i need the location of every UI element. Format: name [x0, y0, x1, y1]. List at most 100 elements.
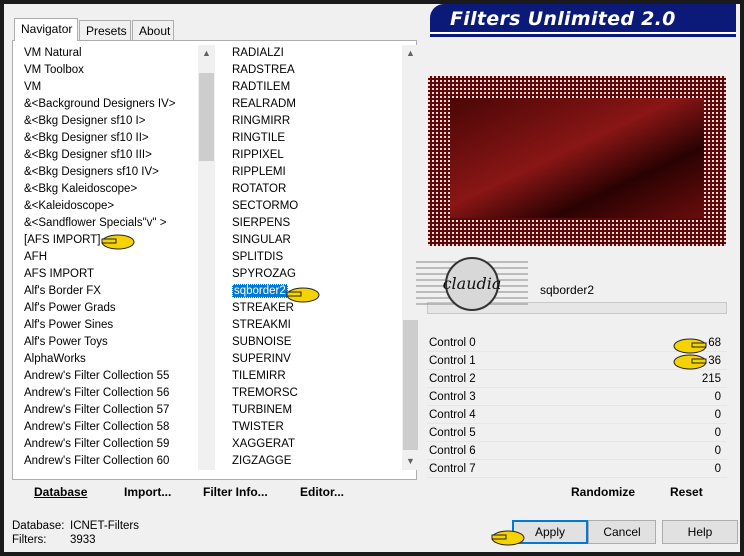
category-list[interactable]: VM Natural VM Toolbox VM &<Background Desig…	[22, 45, 198, 470]
control-value: 36	[708, 355, 721, 367]
filter-item-label: TURBINEM	[232, 404, 293, 416]
control-row[interactable]: Control 5 0	[427, 424, 727, 442]
filter-item[interactable]: RADTILEM	[230, 79, 402, 96]
control-row[interactable]: Control 4 0	[427, 406, 727, 424]
filter-item[interactable]: SUBNOISE	[230, 334, 402, 351]
filter-item[interactable]: TILEMIRR	[230, 368, 402, 385]
category-item[interactable]: &<Bkg Designers sf10 IV>	[22, 164, 198, 181]
filter-item-label: STREAKMI	[232, 319, 291, 331]
control-label: Control 6	[429, 445, 476, 457]
control-row[interactable]: Control 6 0	[427, 442, 727, 460]
category-item[interactable]: &<Bkg Designer sf10 I>	[22, 113, 198, 130]
tab-about[interactable]: About	[132, 20, 174, 40]
database-button[interactable]: Database	[34, 481, 87, 503]
filter-item[interactable]: RIPPLEMI	[230, 164, 402, 181]
import-button[interactable]: Import...	[124, 481, 171, 503]
category-item[interactable]: Andrew's Filter Collection 59	[22, 436, 198, 453]
filter-item[interactable]: ROTATOR	[230, 181, 402, 198]
filter-item[interactable]: TWISTER	[230, 419, 402, 436]
pointing-hand-icon	[286, 287, 320, 303]
control-label: Control 0	[429, 337, 476, 349]
filter-item-label: TWISTER	[232, 421, 284, 433]
category-item[interactable]: AFS IMPORT	[22, 266, 198, 283]
filter-item[interactable]: TREMORSC	[230, 385, 402, 402]
tab-label: Navigator	[21, 22, 73, 36]
filter-item[interactable]: SINGULAR	[230, 232, 402, 249]
filter-info-button[interactable]: Filter Info...	[203, 481, 268, 503]
filter-item-label: TREMORSC	[232, 387, 298, 399]
filter-list[interactable]: RADIALZI RADSTREA RADTILEM REALRADM RINGMIRR…	[230, 45, 402, 470]
filter-item[interactable]: SPLITDIS	[230, 249, 402, 266]
scroll-thumb[interactable]	[403, 320, 418, 450]
category-item[interactable]: &<Bkg Kaleidoscope>	[22, 181, 198, 198]
filter-item-label: RADSTREA	[232, 64, 295, 76]
category-item[interactable]: Alf's Power Grads	[22, 300, 198, 317]
scroll-up-icon[interactable]: ▲	[402, 45, 419, 62]
reset-button[interactable]: Reset	[670, 481, 703, 503]
filter-item[interactable]: STREAKMI	[230, 317, 402, 334]
category-item[interactable]: VM	[22, 79, 198, 96]
database-status: Database: ICNET-Filters	[12, 520, 139, 532]
control-label: Control 7	[429, 463, 476, 475]
pointing-hand-icon	[491, 530, 525, 546]
category-item[interactable]: &<Background Designers IV>	[22, 96, 198, 113]
category-item[interactable]: Andrew's Filter Collection 60	[22, 453, 198, 470]
scroll-down-icon[interactable]: ▼	[402, 453, 419, 470]
control-value: 0	[714, 409, 721, 421]
filter-item-label: TILEMIRR	[232, 370, 286, 382]
filter-item[interactable]: SIERPENS	[230, 215, 402, 232]
control-row[interactable]: Control 2 215	[427, 370, 727, 388]
filter-item[interactable]: XAGGERAT	[230, 436, 402, 453]
filter-item[interactable]: REALRADM	[230, 96, 402, 113]
filter-item[interactable]: RINGMIRR	[230, 113, 402, 130]
category-item[interactable]: &<Bkg Designer sf10 III>	[22, 147, 198, 164]
tab-label: About	[139, 24, 171, 38]
category-item[interactable]: Andrew's Filter Collection 55	[22, 368, 198, 385]
control-row[interactable]: Control 3 0	[427, 388, 727, 406]
category-item[interactable]: VM Natural	[22, 45, 198, 62]
category-item[interactable]: Alf's Power Sines	[22, 317, 198, 334]
cancel-button[interactable]: Cancel	[588, 520, 656, 544]
category-item[interactable]: VM Toolbox	[22, 62, 198, 79]
filter-item-label: SIERPENS	[232, 217, 291, 229]
control-label: Control 2	[429, 373, 476, 385]
category-item[interactable]: AlphaWorks	[22, 351, 198, 368]
filter-item[interactable]: RINGTILE	[230, 130, 402, 147]
category-item[interactable]: &<Bkg Designer sf10 II>	[22, 130, 198, 147]
filter-item[interactable]: SPYROZAG	[230, 266, 402, 283]
help-button[interactable]: Help	[662, 520, 738, 544]
app-title: Filters Unlimited 2.0	[450, 8, 676, 30]
watermark-logo: claudia	[416, 256, 528, 312]
filter-item[interactable]: ZIGZAGGE	[230, 453, 402, 470]
filter-item-label: REALRADM	[232, 98, 296, 110]
category-item[interactable]: Andrew's Filter Collection 56	[22, 385, 198, 402]
filter-item[interactable]: SECTORMO	[230, 198, 402, 215]
filter-item[interactable]: TURBINEM	[230, 402, 402, 419]
scroll-up-icon[interactable]: ▲	[198, 45, 215, 62]
category-scrollbar[interactable]: ▲	[198, 45, 215, 470]
category-item[interactable]: Alf's Power Toys	[22, 334, 198, 351]
control-value: 215	[701, 373, 721, 385]
category-item[interactable]: &<Kaleidoscope>	[22, 198, 198, 215]
editor-button[interactable]: Editor...	[300, 481, 344, 503]
tab-navigator[interactable]: Navigator	[14, 18, 78, 41]
control-row[interactable]: Control 7 0	[427, 460, 727, 478]
filter-item-label: RIPPIXEL	[232, 149, 284, 161]
randomize-button[interactable]: Randomize	[571, 481, 635, 503]
filter-item-label: RADIALZI	[232, 47, 284, 59]
tab-label: Presets	[86, 24, 127, 38]
control-value: 0	[714, 427, 721, 439]
category-item[interactable]: Andrew's Filter Collection 58	[22, 419, 198, 436]
tab-presets[interactable]: Presets	[79, 20, 131, 40]
filter-item[interactable]: SUPERINV	[230, 351, 402, 368]
filter-item[interactable]: RADSTREA	[230, 62, 402, 79]
filter-item-label: SUBNOISE	[232, 336, 292, 348]
scroll-thumb[interactable]	[199, 73, 214, 161]
filter-item[interactable]: RIPPIXEL	[230, 147, 402, 164]
filter-item[interactable]: RADIALZI	[230, 45, 402, 62]
pointing-hand-icon	[673, 354, 707, 370]
category-item[interactable]: Andrew's Filter Collection 57	[22, 402, 198, 419]
control-value: 68	[708, 337, 721, 349]
category-item[interactable]: &<Sandflower Specials"v" >	[22, 215, 198, 232]
category-item[interactable]: Alf's Border FX	[22, 283, 198, 300]
